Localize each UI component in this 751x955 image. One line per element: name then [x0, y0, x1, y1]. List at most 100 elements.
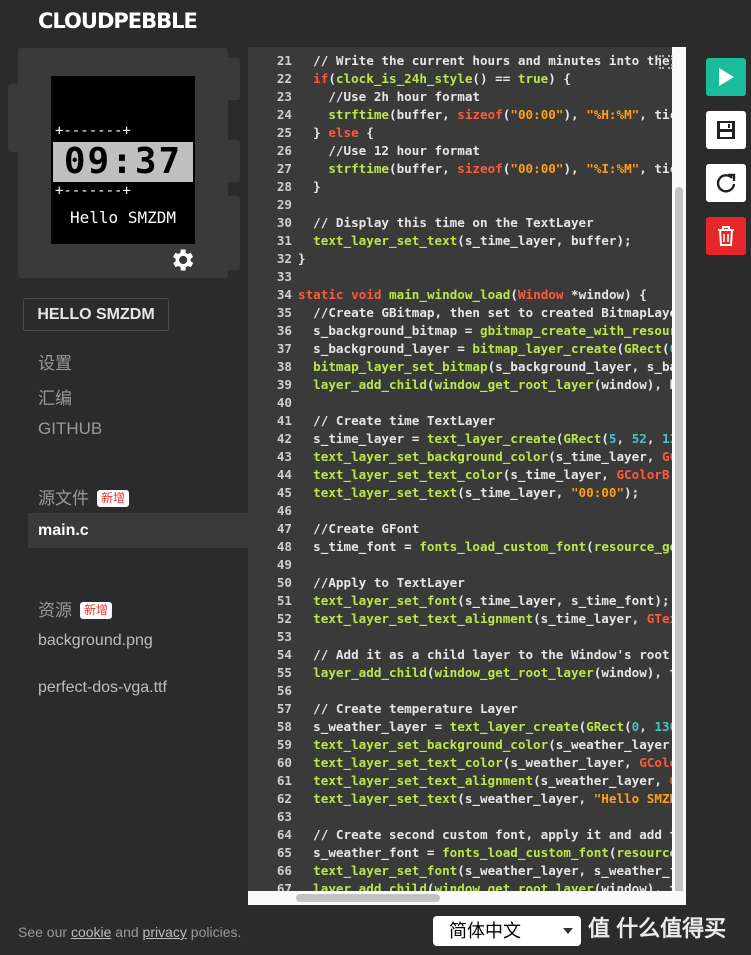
code-text[interactable]: // Display this time on the TextLayer — [292, 214, 594, 232]
app-logo[interactable]: CLOUDPEBBLE — [38, 9, 198, 33]
code-line[interactable]: 61 text_layer_set_text_alignment(s_weath… — [248, 772, 677, 790]
horizontal-scrollbar[interactable] — [248, 891, 686, 905]
code-line[interactable]: 34 static void main_window_load(Window *w… — [248, 286, 647, 304]
nav-compile[interactable]: 汇编 — [38, 384, 72, 409]
code-text[interactable]: // Create second custom font, apply it a… — [292, 826, 677, 844]
code-line[interactable]: 55 layer_add_child(window_get_root_layer… — [248, 664, 677, 682]
code-line[interactable]: 56 — [248, 682, 298, 700]
code-line[interactable]: 59 text_layer_set_background_color(s_wea… — [248, 736, 677, 754]
code-line[interactable]: 28 } — [248, 178, 321, 196]
cookie-link[interactable]: cookie — [71, 924, 111, 940]
code-line[interactable]: 45 text_layer_set_text(s_time_layer, "00… — [248, 484, 639, 502]
code-line[interactable]: 22 if(clock_is_24h_style() == true) { — [248, 70, 571, 88]
watch-down-button[interactable] — [228, 196, 240, 270]
code-text[interactable]: // Create temperature Layer — [292, 700, 518, 718]
save-button[interactable] — [706, 111, 746, 149]
watch-up-button[interactable] — [228, 58, 240, 100]
code-text[interactable]: } — [292, 250, 306, 268]
code-text[interactable]: if(clock_is_24h_style() == true) { — [292, 70, 571, 88]
code-text[interactable]: // Write the current hours and minutes i… — [292, 52, 669, 70]
project-name-button[interactable]: HELLO SMZDM — [23, 298, 169, 331]
code-line[interactable]: 32} — [248, 250, 306, 268]
code-text[interactable]: //Create GBitmap, then set to created Bi… — [292, 304, 677, 322]
code-line[interactable]: 58 s_weather_layer = text_layer_create(G… — [248, 718, 677, 736]
code-text[interactable]: layer_add_child(window_get_root_layer(wi… — [292, 664, 677, 682]
code-line[interactable]: 33 — [248, 268, 298, 286]
watch-select-button[interactable] — [228, 140, 240, 182]
code-line[interactable]: 40 — [248, 394, 298, 412]
code-text[interactable]: text_layer_set_text(s_time_layer, buffer… — [292, 232, 631, 250]
code-line[interactable]: 48 s_time_font = fonts_load_custom_font(… — [248, 538, 677, 556]
code-line[interactable]: 44 text_layer_set_text_color(s_time_laye… — [248, 466, 670, 484]
code-line[interactable]: 63 — [248, 808, 298, 826]
code-text[interactable]: text_layer_set_font(s_weather_layer, s_w… — [292, 862, 677, 880]
code-text[interactable]: strftime(buffer, sizeof("00:00"), "%H:%M… — [292, 106, 677, 124]
code-text[interactable]: text_layer_set_text_color(s_time_layer, … — [292, 466, 669, 484]
code-text[interactable]: s_time_font = fonts_load_custom_font(res… — [292, 538, 677, 556]
code-text[interactable]: // Create time TextLayer — [292, 412, 495, 430]
code-editor[interactable]: 21 // Write the current hours and minute… — [248, 47, 686, 905]
watch-back-button[interactable] — [8, 84, 18, 152]
code-text[interactable]: text_layer_set_font(s_time_layer, s_time… — [292, 592, 669, 610]
code-text[interactable]: //Create GFont — [292, 520, 419, 538]
code-line[interactable]: 49 — [248, 556, 298, 574]
code-line[interactable]: 66 text_layer_set_font(s_weather_layer, … — [248, 862, 677, 880]
code-line[interactable]: 23 //Use 2h hour format — [248, 88, 480, 106]
code-text[interactable]: layer_add_child(window_get_root_layer(wi… — [292, 376, 677, 394]
run-button[interactable] — [706, 58, 746, 96]
code-line[interactable]: 53 — [248, 628, 298, 646]
resource-background-png[interactable]: background.png — [38, 632, 153, 650]
code-text[interactable]: s_background_bitmap = gbitmap_create_wit… — [292, 322, 677, 340]
code-text[interactable]: text_layer_set_text_color(s_weather_laye… — [292, 754, 677, 772]
code-line[interactable]: 57 // Create temperature Layer — [248, 700, 518, 718]
code-text[interactable]: s_weather_font = fonts_load_custom_font(… — [292, 844, 677, 862]
delete-button[interactable] — [706, 217, 746, 255]
code-line[interactable]: 51 text_layer_set_font(s_time_layer, s_t… — [248, 592, 670, 610]
code-line[interactable]: 21 // Write the current hours and minute… — [248, 52, 670, 70]
code-line[interactable]: 39 layer_add_child(window_get_root_layer… — [248, 376, 677, 394]
code-line[interactable]: 36 s_background_bitmap = gbitmap_create_… — [248, 322, 677, 340]
code-text[interactable]: static void main_window_load(Window *win… — [292, 286, 647, 304]
code-text[interactable]: } — [292, 178, 321, 196]
code-line[interactable]: 43 text_layer_set_background_color(s_tim… — [248, 448, 677, 466]
code-line[interactable]: 27 strftime(buffer, sizeof("00:00"), "%I… — [248, 160, 677, 178]
code-text[interactable]: } else { — [292, 124, 374, 142]
code-text[interactable]: // Add it as a child layer to the Window… — [292, 646, 669, 664]
code-line[interactable]: 42 s_time_layer = text_layer_create(GRec… — [248, 430, 677, 448]
code-text[interactable]: text_layer_set_text(s_weather_layer, "He… — [292, 790, 677, 808]
nav-github[interactable]: GITHUB — [38, 419, 102, 439]
vertical-scrollbar[interactable] — [672, 47, 686, 905]
code-line[interactable]: 37 s_background_layer = bitmap_layer_cre… — [248, 340, 677, 358]
language-select[interactable]: 简体中文 — [433, 916, 581, 946]
code-line[interactable]: 26 //Use 12 hour format — [248, 142, 480, 160]
code-text[interactable]: text_layer_set_text_alignment(s_time_lay… — [292, 610, 677, 628]
code-line[interactable]: 65 s_weather_font = fonts_load_custom_fo… — [248, 844, 677, 862]
code-text[interactable]: s_weather_layer = text_layer_create(GRec… — [292, 718, 677, 736]
code-text[interactable]: text_layer_set_background_color(s_time_l… — [292, 448, 677, 466]
code-line[interactable]: 41 // Create time TextLayer — [248, 412, 495, 430]
code-line[interactable]: 64 // Create second custom font, apply i… — [248, 826, 677, 844]
add-source-badge[interactable]: 新增 — [97, 490, 130, 507]
source-file-main-c[interactable]: main.c — [28, 513, 248, 548]
code-line[interactable]: 30 // Display this time on the TextLayer — [248, 214, 594, 232]
privacy-link[interactable]: privacy — [143, 924, 187, 940]
nav-settings[interactable]: 设置 — [38, 349, 72, 374]
code-line[interactable]: 38 bitmap_layer_set_bitmap(s_background_… — [248, 358, 677, 376]
resource-font-ttf[interactable]: perfect-dos-vga.ttf — [38, 679, 167, 697]
gear-icon[interactable] — [168, 246, 196, 274]
code-line[interactable]: 52 text_layer_set_text_alignment(s_time_… — [248, 610, 677, 628]
reload-button[interactable] — [706, 164, 746, 202]
code-line[interactable]: 47 //Create GFont — [248, 520, 420, 538]
code-text[interactable]: bitmap_layer_set_bitmap(s_background_lay… — [292, 358, 677, 376]
code-text[interactable]: s_background_layer = bitmap_layer_create… — [292, 340, 677, 358]
code-text[interactable]: //Apply to TextLayer — [292, 574, 465, 592]
horizontal-scroll-thumb[interactable] — [296, 894, 440, 902]
code-line[interactable]: 24 strftime(buffer, sizeof("00:00"), "%H… — [248, 106, 677, 124]
code-line[interactable]: 29 — [248, 196, 298, 214]
code-line[interactable]: 31 text_layer_set_text(s_time_layer, buf… — [248, 232, 632, 250]
code-line[interactable]: 50 //Apply to TextLayer — [248, 574, 465, 592]
code-text[interactable]: s_time_layer = text_layer_create(GRect(5… — [292, 430, 677, 448]
vertical-scroll-thumb[interactable] — [675, 187, 683, 905]
code-text[interactable]: text_layer_set_text_alignment(s_weather_… — [292, 772, 677, 790]
code-line[interactable]: 46 — [248, 502, 298, 520]
